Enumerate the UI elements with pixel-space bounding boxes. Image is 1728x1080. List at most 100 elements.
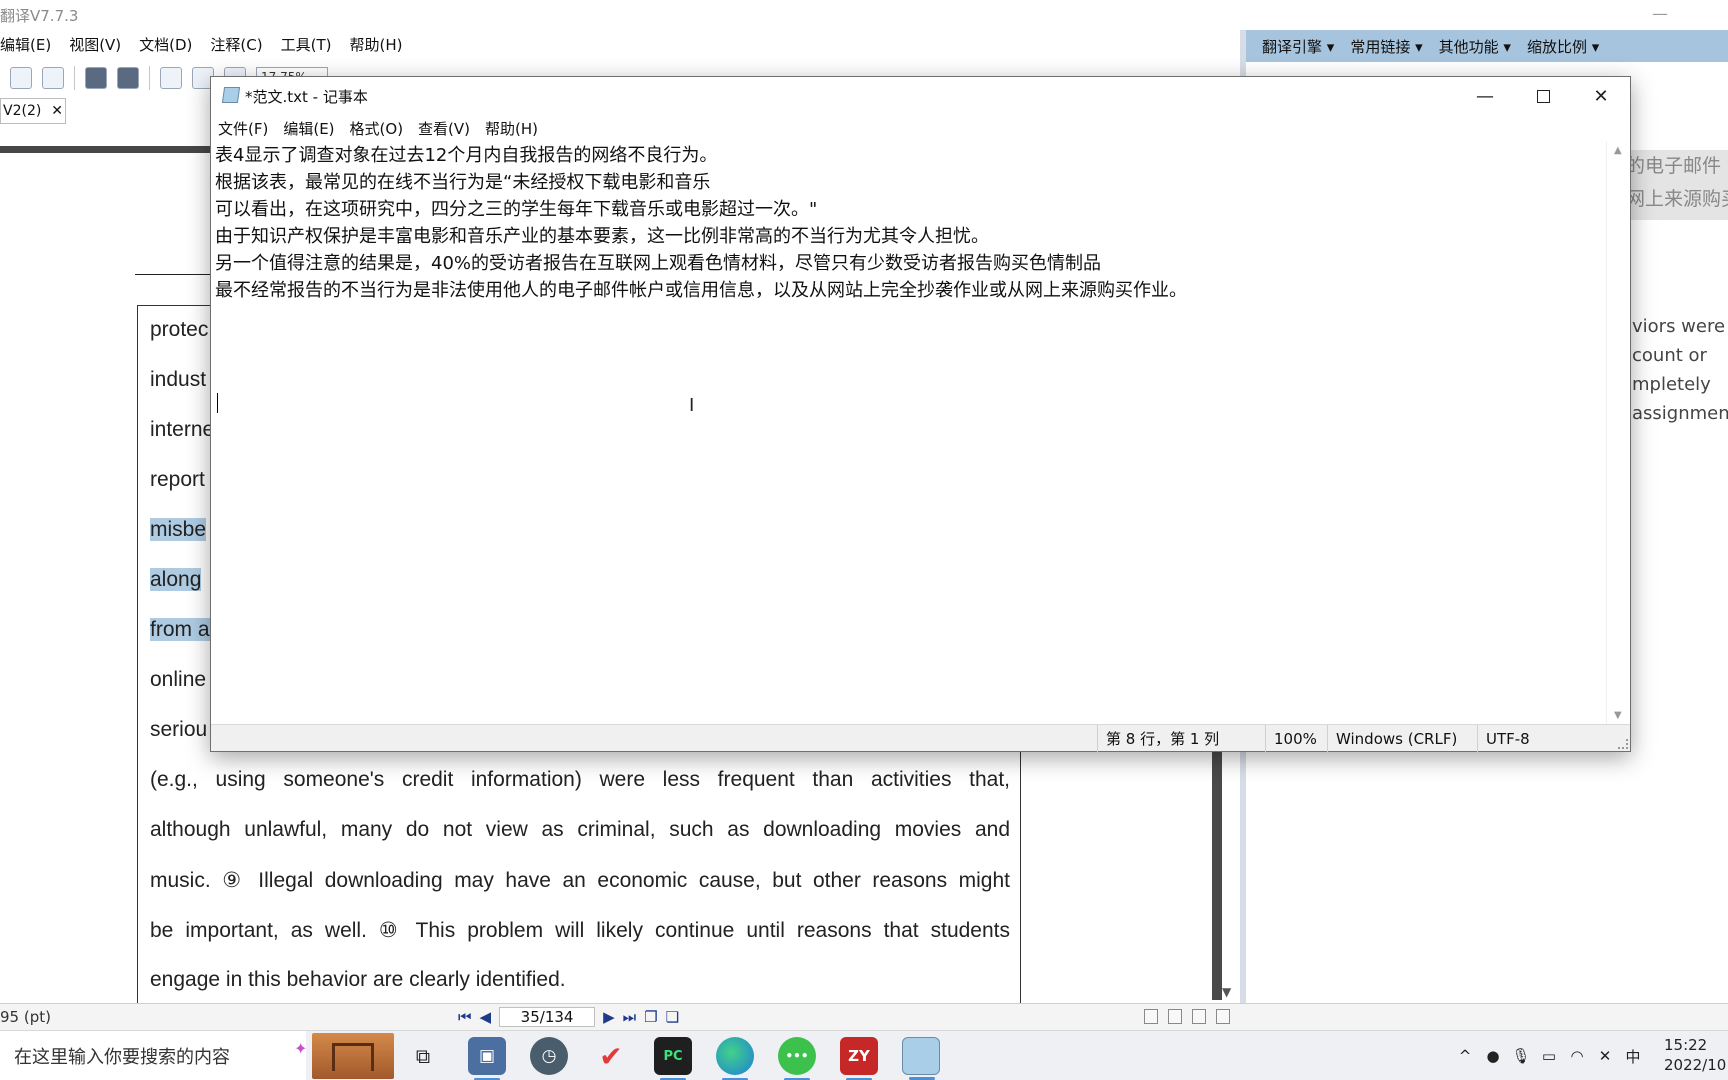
photos-app-icon[interactable]: ▣ [468,1037,506,1080]
clock-date: 2022/10 [1664,1056,1727,1074]
minimize-icon: — [1476,85,1494,107]
rotate-icon[interactable] [117,67,139,89]
translate-engine-menu[interactable]: 翻译引擎 ▾ [1262,36,1334,57]
document-line: although unlawful, many do not view as c… [150,818,1010,841]
menu-view[interactable]: 视图(V) [69,34,121,55]
maximize-icon [1536,89,1550,103]
taskbar-search-box[interactable]: 在这里输入你要搜索的内容 [0,1031,306,1080]
document-scrollbar[interactable] [1212,745,1222,1000]
speaker-muted-icon[interactable]: ✕ [1596,1047,1614,1065]
paste-page-icon[interactable]: ❏ [666,1008,679,1026]
view-mode-icons [1144,1009,1230,1024]
close-button[interactable]: ✕ [1572,77,1630,115]
text-line: 可以看出，在这项研究中，四分之三的学生每年下载音乐或电影超过一次。" [215,199,818,220]
menu-tools[interactable]: 工具(T) [281,34,332,55]
two-page-icon[interactable] [1192,1009,1206,1024]
zoom-in-icon[interactable] [160,67,182,89]
zoom-level: 100% [1265,725,1327,752]
scroll-up-icon[interactable]: ▲ [1614,145,1622,156]
translation-en-text: viors were count or mpletely assignmen [1632,312,1728,442]
vim-app-icon[interactable]: ✔ [592,1037,630,1075]
notepad-scrollbar[interactable]: ▲ ▼ [1606,141,1630,725]
reader-titlebar: 翻译V7.7.3 [0,0,1240,30]
notepad-title: *范文.txt - 记事本 [245,88,368,106]
toolbar-divider [74,66,75,90]
pycharm-app-icon[interactable]: PC [654,1037,692,1080]
search-highlight-image[interactable] [312,1033,394,1079]
battery-icon[interactable]: ▭ [1540,1047,1558,1065]
notepad-statusbar: 第 8 行，第 1 列 100% Windows (CRLF) UTF-8 [211,724,1630,752]
sparkle-icon: ✦ [294,1039,308,1058]
scroll-down-icon[interactable]: ▼ [1614,710,1622,721]
single-page-icon[interactable] [1144,1009,1158,1024]
continuous-page-icon[interactable] [1168,1009,1182,1024]
translation-cn-text: 的电子邮件 网上来源购买 [1626,150,1728,220]
task-view-icon[interactable]: ⧉ [404,1037,442,1075]
page-number-input[interactable]: 35/134 [499,1007,596,1027]
last-page-icon[interactable]: ⏭ [623,1008,637,1026]
encoding: UTF-8 [1477,725,1607,752]
document-line: be important, as well. ⑩ This problem wi… [150,919,1010,942]
ibeam-cursor-icon: I [689,395,695,416]
maximize-button[interactable] [1514,77,1572,115]
minimize-button[interactable]: — [1456,77,1514,115]
edge-app-icon[interactable] [716,1037,754,1080]
document-tab-label: V2(2) [3,103,42,119]
zy-app-icon[interactable]: ZY [840,1037,878,1080]
scroll-down-icon[interactable]: ▼ [1222,985,1231,999]
save-icon[interactable] [10,67,32,89]
close-icon[interactable]: ✕ [51,103,63,119]
clock-time: 15:22 [1664,1036,1708,1054]
microphone-icon[interactable]: 🎙 [1511,1047,1530,1065]
menu-help[interactable]: 帮助(H) [485,118,538,139]
input-method-indicator[interactable]: 中 [1624,1047,1642,1066]
menu-file[interactable]: 文件(F) [218,118,268,139]
line-ending: Windows (CRLF) [1327,725,1477,752]
menu-document[interactable]: 文档(D) [139,34,192,55]
wifi-icon[interactable]: ◠ [1568,1047,1586,1065]
system-tray: ^ ● 🎙 ▭ ◠ ✕ 中 [1456,1031,1642,1080]
first-page-icon[interactable]: ⏮ [458,1008,472,1026]
zoom-ratio-menu[interactable]: 缩放比例 ▾ [1527,36,1599,57]
common-links-menu[interactable]: 常用链接 ▾ [1350,36,1422,57]
prev-page-icon[interactable]: ◀ [480,1008,492,1026]
menu-help[interactable]: 帮助(H) [349,34,402,55]
split-view-icon[interactable] [1216,1009,1230,1024]
translation-line: count or [1632,345,1707,366]
next-page-icon[interactable]: ▶ [603,1008,615,1026]
menu-format[interactable]: 格式(O) [350,118,404,139]
menu-edit[interactable]: 编辑(E) [283,118,334,139]
translation-line: viors were [1632,316,1726,337]
reader-statusbar: 95 (pt) ⏮ ◀ 35/134 ▶ ⏭ ❐ ❏ [0,1003,1728,1030]
notepad-menubar: 文件(F) 编辑(E) 格式(O) 查看(V) 帮助(H) [211,115,1630,141]
menu-view[interactable]: 查看(V) [418,118,470,139]
reader-menubar: 编辑(E) 视图(V) 文档(D) 注释(C) 工具(T) 帮助(H) [0,30,1240,58]
clock-app-icon[interactable]: ◷ [530,1037,568,1075]
menu-annotate[interactable]: 注释(C) [210,34,262,55]
notepad-text-area[interactable]: 表4显示了调查对象在过去12个月内自我报告的网络不良行为。 根据该表，最常见的在… [213,141,1605,725]
print-icon[interactable] [42,67,64,89]
text-line: 根据该表，最常见的在线不当行为是“未经授权下载电影和音乐 [215,172,711,193]
menu-edit[interactable]: 编辑(E) [0,34,51,55]
taskbar-clock[interactable]: 15:22 2022/10 [1664,1035,1728,1075]
qq-icon[interactable]: ● [1484,1047,1502,1065]
taskbar: 在这里输入你要搜索的内容 ✦ ⧉ ▣ ◷ ✔ PC ••• ZY ^ ● 🎙 ▭… [0,1030,1728,1080]
wechat-app-icon[interactable]: ••• [778,1037,816,1080]
document-line: music. ⑨ Illegal downloading may have an… [150,869,1010,892]
text-line: 另一个值得注意的结果是，40%的受访者报告在互联网上观看色情材料，尽管只有少数受… [215,253,1102,274]
document-tab[interactable]: V2(2) ✕ [0,98,66,124]
other-functions-menu[interactable]: 其他功能 ▾ [1439,36,1511,57]
copy-page-icon[interactable]: ❐ [644,1008,657,1026]
notepad-titlebar[interactable]: *范文.txt - 记事本 — ✕ [211,77,1630,115]
chevron-up-icon[interactable]: ^ [1456,1047,1474,1065]
font-size-readout: 95 (pt) [0,1008,51,1026]
document-line: report [150,468,205,491]
document-line-highlighted: from a [150,618,210,641]
resize-grip-icon[interactable] [1618,739,1628,749]
document-line-highlighted: along [150,568,202,591]
notepad-app-icon[interactable] [902,1037,940,1080]
close-icon: ✕ [1593,85,1609,107]
text-line: 由于知识产权保护是丰富电影和音乐产业的基本要素，这一比例非常高的不当行为尤其令人… [215,226,989,247]
minimize-icon[interactable]: — [1652,4,1668,23]
flip-icon[interactable] [85,67,107,89]
